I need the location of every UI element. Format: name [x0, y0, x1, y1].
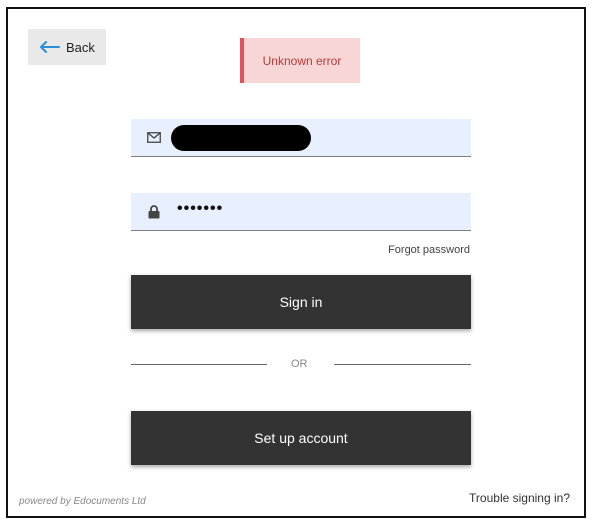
set-up-account-button[interactable]: Set up account	[131, 411, 471, 465]
password-field[interactable]: •••••••	[131, 193, 471, 231]
lock-icon	[131, 204, 177, 219]
error-message: Unknown error	[262, 53, 342, 68]
forgot-password-link[interactable]: Forgot password	[388, 244, 470, 256]
powered-by-text: powered by Edocuments Ltd	[19, 496, 146, 507]
back-label: Back	[66, 39, 95, 55]
error-banner: Unknown error	[240, 38, 360, 83]
email-field[interactable]	[131, 119, 471, 157]
login-window: Back Unknown error ••••••• Forgot passwo…	[6, 7, 586, 518]
password-value: •••••••	[177, 199, 224, 217]
arrow-left-icon	[40, 41, 60, 53]
sign-in-button[interactable]: Sign in	[131, 275, 471, 329]
back-button[interactable]: Back	[28, 29, 106, 65]
redacted-email-value	[171, 124, 311, 151]
trouble-signing-in-link[interactable]: Trouble signing in?	[469, 491, 570, 505]
or-divider-text: OR	[291, 358, 308, 370]
divider-line-right	[334, 364, 471, 365]
divider-line-left	[131, 364, 267, 365]
